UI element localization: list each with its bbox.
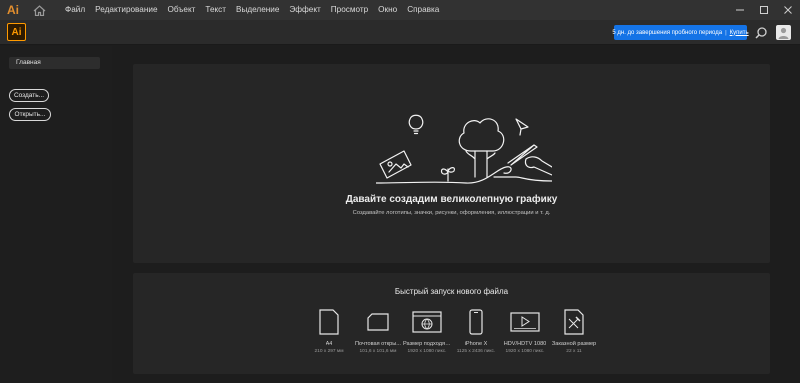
close-icon[interactable] (776, 0, 800, 20)
welcome-subtitle: Создавайте логотипы, значки, рисунки, оф… (352, 210, 551, 216)
document-icon (319, 308, 339, 336)
home-icon[interactable] (28, 0, 50, 20)
postcard-icon (367, 308, 389, 336)
menu-edit[interactable]: Редактирование (90, 0, 162, 20)
quick-start-panel: Быстрый запуск нового файла A4 210 x 297… (133, 273, 770, 374)
preset-size: 1920 x 1080 пикс. (505, 349, 545, 354)
app-logo: Ai (7, 3, 19, 17)
illustrator-logo: Ai (7, 23, 26, 41)
preset-list: A4 210 x 297 мм Почтовая откры... 101,6 … (133, 308, 770, 354)
search-icon[interactable] (754, 26, 768, 40)
trial-separator: | (725, 29, 727, 36)
maximize-icon[interactable] (752, 0, 776, 20)
preset-web[interactable]: Размер подходящ... 1920 x 1080 пикс. (403, 308, 451, 354)
welcome-panel: Давайте создадим великолепную графику Со… (133, 64, 770, 263)
preset-name: A4 (325, 341, 333, 347)
menu-effect[interactable]: Эффект (284, 0, 325, 20)
trial-text: 5 дн. до завершения пробного периода (612, 29, 723, 36)
create-button[interactable]: Создать... (9, 89, 49, 102)
welcome-title: Давайте создадим великолепную графику (345, 194, 558, 205)
preset-video[interactable]: HDV/HDTV 1080 1920 x 1080 пикс. (501, 308, 549, 354)
main-content: Давайте создадим великолепную графику Со… (112, 46, 800, 383)
preset-size: 1125 x 2436 пикс. (456, 349, 496, 354)
menu-bar: Ai Файл Редактирование Объект Текст Выде… (0, 0, 800, 20)
preset-size: 22 x 11 (566, 349, 582, 354)
preset-size: 210 x 297 мм (314, 349, 344, 354)
app-header: Ai 5 дн. до завершения пробного периода … (0, 20, 800, 45)
web-icon (412, 308, 442, 336)
menu-object[interactable]: Объект (163, 0, 201, 20)
menu-file[interactable]: Файл (60, 0, 90, 20)
preset-name: Размер подходящ... (403, 341, 451, 347)
buy-link[interactable]: Купить (730, 30, 749, 36)
quick-start-title: Быстрый запуск нового файла (394, 287, 509, 296)
avatar[interactable] (776, 25, 791, 40)
sidebar: Главная Создать... Открыть... (0, 46, 112, 383)
open-button[interactable]: Открыть... (9, 108, 51, 121)
preset-name: iPhone X (464, 341, 488, 347)
preset-iphone[interactable]: iPhone X 1125 x 2436 пикс. (452, 308, 500, 354)
sidebar-item-home[interactable]: Главная (9, 57, 100, 69)
preset-custom[interactable]: Заказной размер 22 x 11 (550, 308, 598, 354)
menu-type[interactable]: Текст (200, 0, 231, 20)
phone-icon (469, 308, 483, 336)
preset-name: Почтовая откры... (355, 341, 401, 347)
welcome-illustration-icon (376, 114, 552, 184)
preset-size: 1920 x 1080 пикс. (407, 349, 447, 354)
menu-select[interactable]: Выделение (231, 0, 284, 20)
window-controls (728, 0, 800, 20)
video-icon (510, 308, 540, 336)
preset-a4[interactable]: A4 210 x 297 мм (305, 308, 353, 354)
menu-window[interactable]: Окно (373, 0, 402, 20)
preset-name: HDV/HDTV 1080 (503, 341, 547, 347)
trial-button[interactable]: 5 дн. до завершения пробного периода | К… (612, 25, 749, 40)
minimize-icon[interactable] (728, 0, 752, 20)
menu-view[interactable]: Просмотр (326, 0, 373, 20)
custom-size-icon (564, 308, 584, 336)
menu-help[interactable]: Справка (402, 0, 444, 20)
preset-name: Заказной размер (551, 341, 597, 347)
preset-postcard[interactable]: Почтовая откры... 101,6 x 101,6 мм (354, 308, 402, 354)
preset-size: 101,6 x 101,6 мм (359, 349, 397, 354)
